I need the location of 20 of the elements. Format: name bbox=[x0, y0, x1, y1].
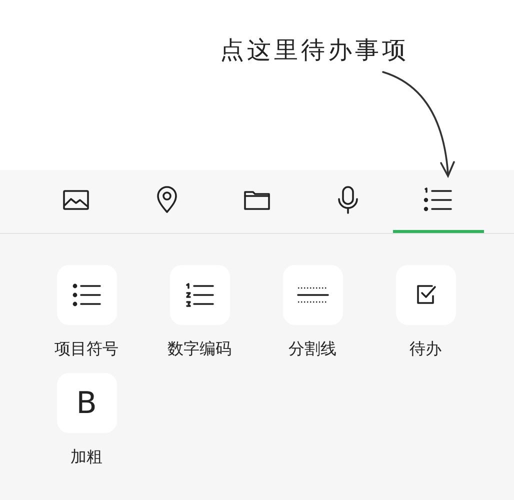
folder-icon bbox=[243, 188, 272, 212]
tool-button[interactable] bbox=[282, 265, 342, 325]
divider-line-icon bbox=[296, 285, 328, 305]
bullet-list-icon bbox=[72, 283, 102, 307]
tool-label: 分割线 bbox=[288, 339, 336, 359]
tool-button[interactable] bbox=[170, 265, 230, 325]
tool-button[interactable] bbox=[56, 265, 116, 325]
tool-label: 加粗 bbox=[70, 447, 102, 467]
location-pin-icon bbox=[154, 186, 179, 214]
tool-button[interactable]: B bbox=[56, 373, 116, 433]
numbered-list-icon bbox=[184, 283, 214, 307]
annotation-text: 点这里待办事项 bbox=[220, 35, 409, 66]
tool-label: 待办 bbox=[410, 339, 442, 359]
checkbox-icon bbox=[414, 284, 436, 306]
tool-label: 数字编码 bbox=[168, 339, 232, 359]
tool-label: 项目符号 bbox=[54, 339, 118, 359]
image-icon bbox=[62, 188, 90, 212]
microphone-icon bbox=[336, 185, 360, 215]
tool-button[interactable] bbox=[396, 265, 456, 325]
list-icon bbox=[423, 187, 454, 213]
